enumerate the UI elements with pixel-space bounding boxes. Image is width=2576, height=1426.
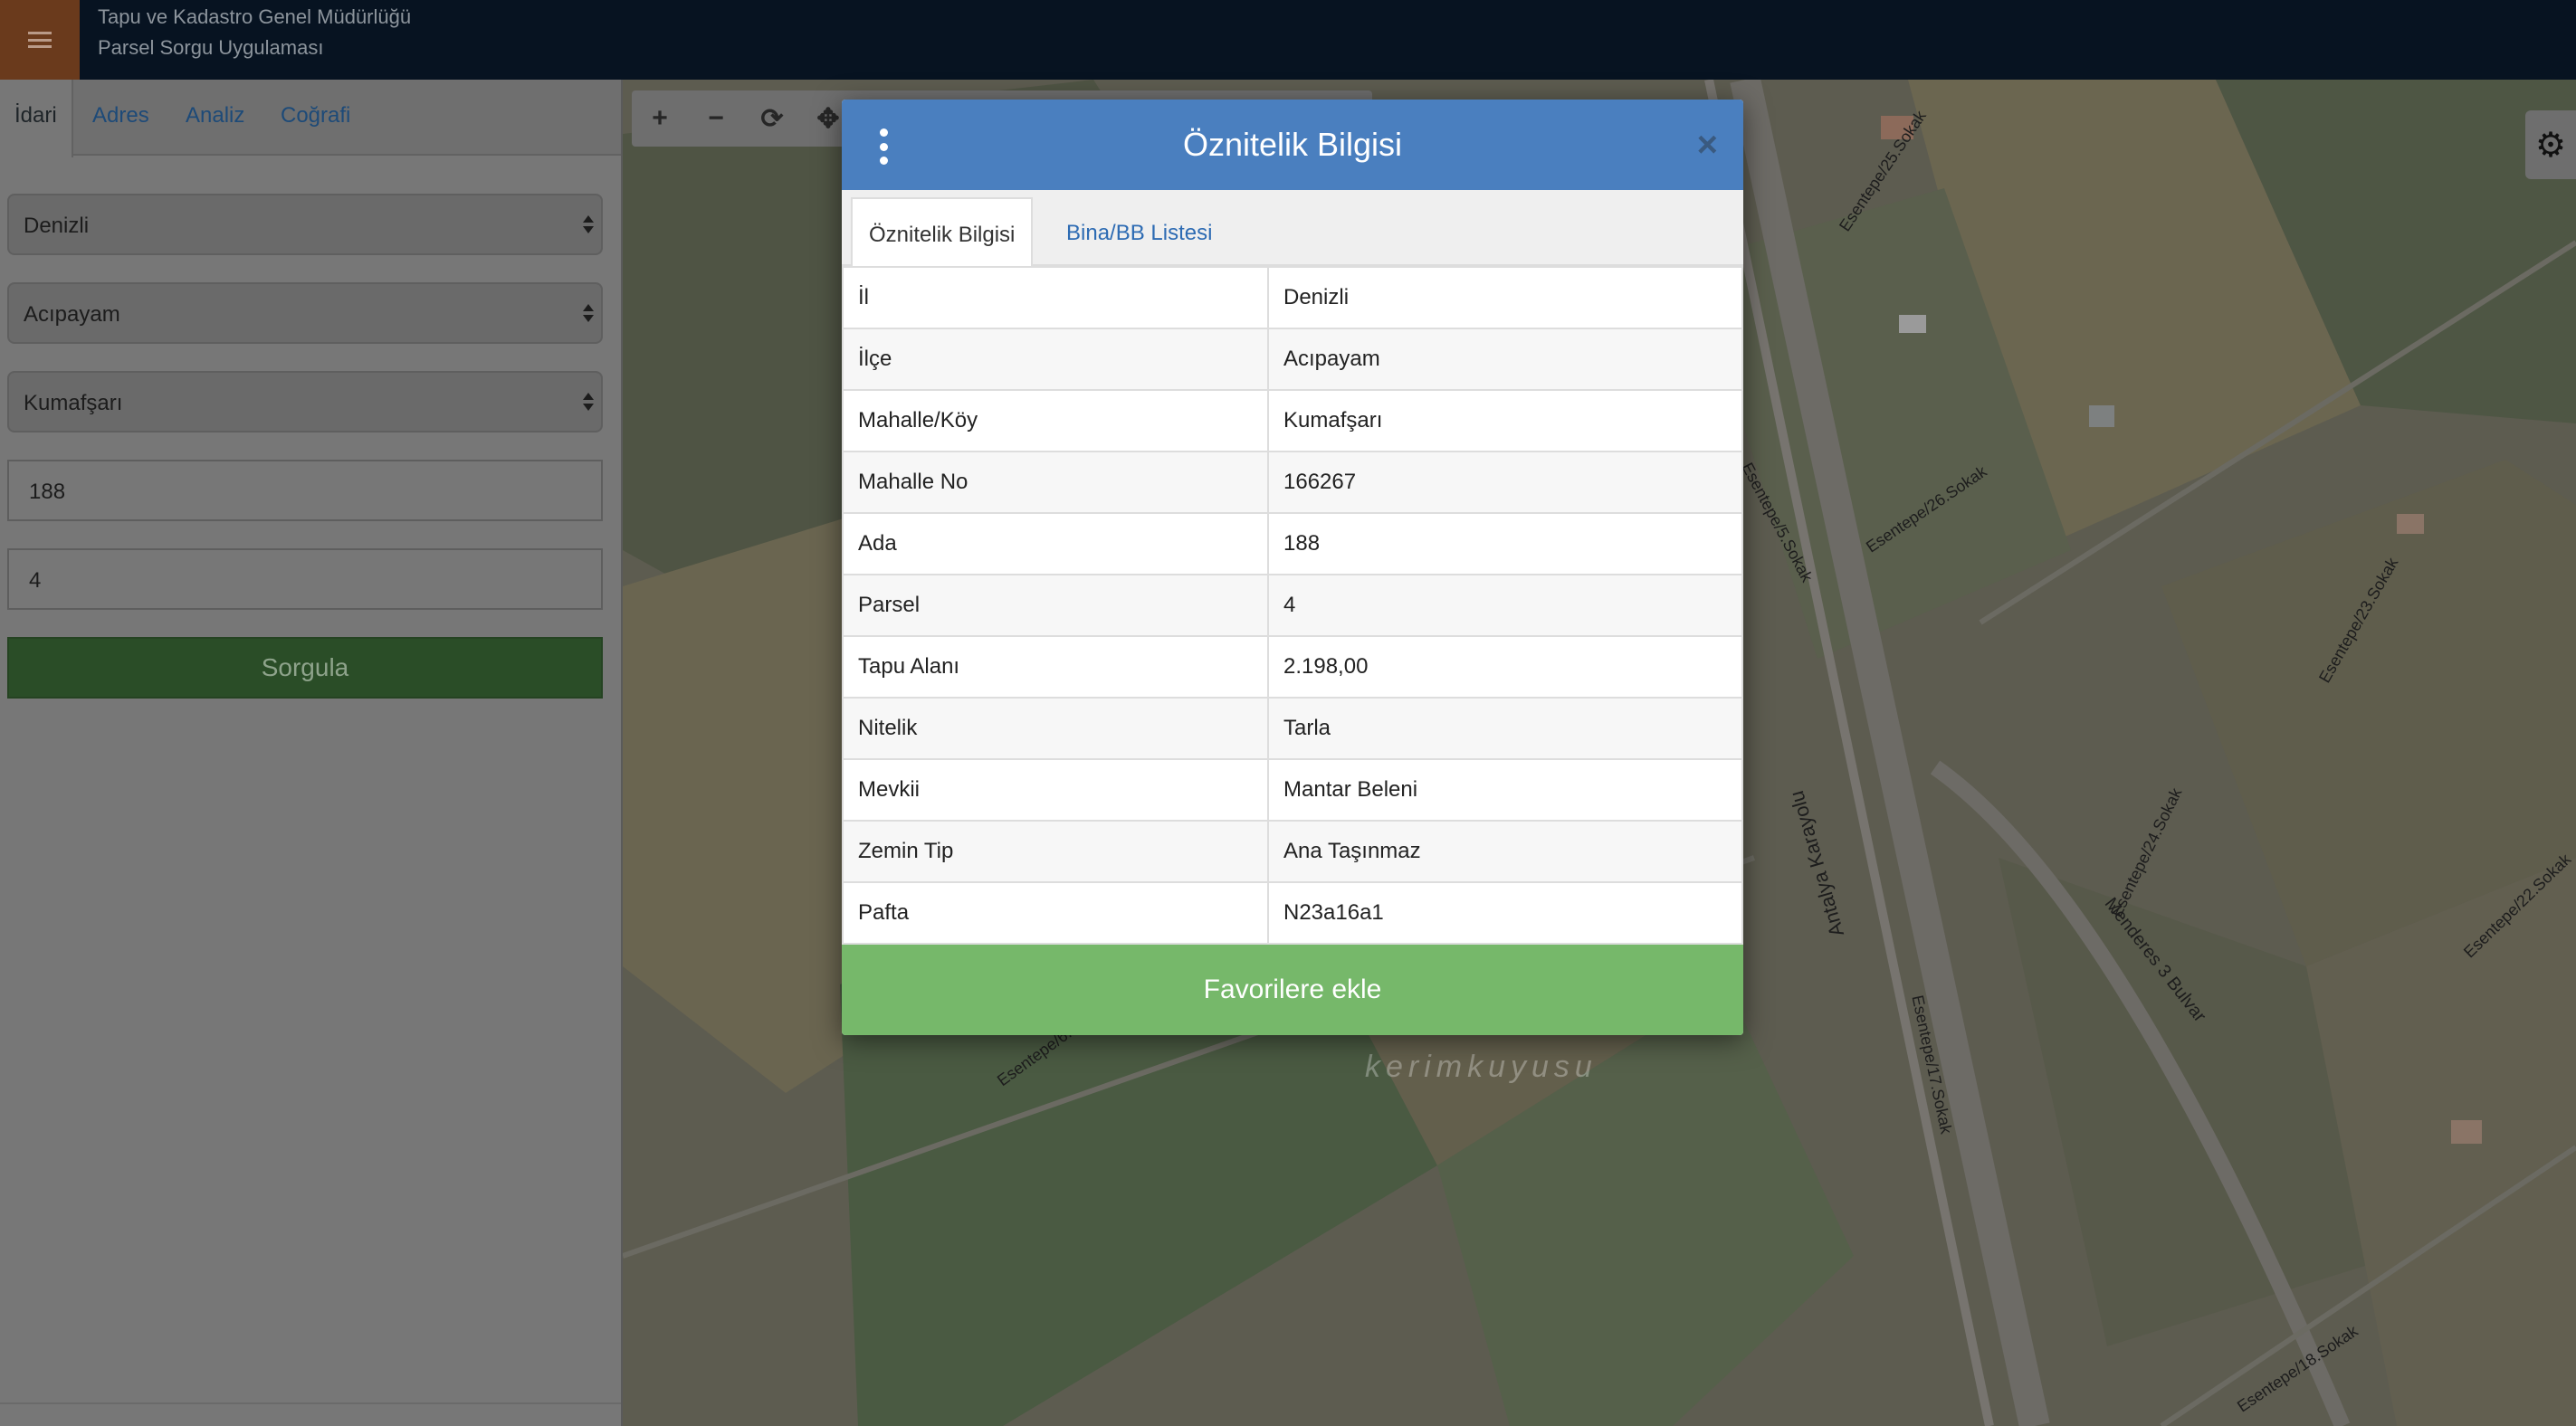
attribute-key: İl [842,266,1269,329]
attribute-key: Tapu Alanı [842,635,1269,699]
attribute-key: Mahalle/Köy [842,389,1269,452]
select-arrows-icon [583,214,594,237]
zoom-out-icon[interactable]: − [688,90,744,147]
mahalle-select[interactable]: Kumafşarı [7,371,603,433]
tab-building-list[interactable]: Bina/BB Listesi [1050,197,1228,268]
attribute-key: Ada [842,512,1269,575]
attribute-value: Mantar Beleni [1267,758,1743,822]
attribute-value: Ana Taşınmaz [1267,820,1743,883]
sidebar-tabs: İdari Adres Analiz Coğrafi [0,80,621,157]
tab-adres[interactable]: Adres [92,103,149,128]
table-row: Mevkii Mantar Beleni [842,758,1743,822]
top-header: Tapu ve Kadastro Genel Müdürlüğü Parsel … [0,0,2576,80]
app-name: Parsel Sorgu Uygulaması [98,36,324,59]
org-name: Tapu ve Kadastro Genel Müdürlüğü [98,5,412,28]
add-favorite-button[interactable]: Favorilere ekle [842,945,1743,1035]
attribute-value: N23a16a1 [1267,881,1743,945]
refresh-icon[interactable]: ⟳ [744,90,800,147]
brand: Tapu ve Kadastro Genel Müdürlüğü Parsel … [98,2,411,63]
modal-title: Öznitelik Bilgisi [1182,126,1403,163]
attribute-value: Kumafşarı [1267,389,1743,452]
table-row: İlçe Acıpayam [842,328,1743,391]
table-row: İl Denizli [842,266,1743,329]
hamburger-icon [28,32,52,48]
hamburger-menu-button[interactable] [0,0,80,80]
attribute-value: 166267 [1267,451,1743,514]
attribute-key: Nitelik [842,697,1269,760]
tab-cografi[interactable]: Coğrafi [281,103,350,128]
attribute-key: Zemin Tip [842,820,1269,883]
table-row: Mahalle/Köy Kumafşarı [842,389,1743,452]
attribute-key: Mevkii [842,758,1269,822]
query-sidebar: İdari Adres Analiz Coğrafi Denizli Acıpa… [0,80,623,1426]
ilce-select[interactable]: Acıpayam [7,282,603,344]
close-icon[interactable]: × [1697,125,1718,165]
attribute-value: Denizli [1267,266,1743,329]
modal-tabs: Öznitelik Bilgisi Bina/BB Listesi [842,190,1743,268]
attribute-key: Pafta [842,881,1269,945]
modal-header: Öznitelik Bilgisi × [842,100,1743,190]
ada-input[interactable]: 188 [7,460,603,521]
attribute-key: İlçe [842,328,1269,391]
tab-idari[interactable]: İdari [0,80,73,157]
zoom-in-icon[interactable]: + [632,90,688,147]
settings-button[interactable]: ⚙ [2525,110,2576,179]
tab-attribute-info[interactable]: Öznitelik Bilgisi [851,197,1034,268]
table-row: Ada 188 [842,512,1743,575]
tab-analiz[interactable]: Analiz [186,103,244,128]
attribute-value: 188 [1267,512,1743,575]
parsel-input[interactable]: 4 [7,548,603,610]
query-button[interactable]: Sorgula [7,637,603,699]
attribute-key: Mahalle No [842,451,1269,514]
table-row: Nitelik Tarla [842,697,1743,760]
il-select-value: Denizli [24,214,90,238]
attribute-value: 4 [1267,574,1743,637]
select-arrows-icon [583,391,594,414]
ilce-select-value: Acıpayam [24,302,120,327]
gear-icon: ⚙ [2534,126,2567,165]
attribute-table: İl Denizli İlçe Acıpayam Mahalle/Köy Kumafşar… [842,266,1743,945]
table-row: Pafta N23a16a1 [842,881,1743,945]
attribute-value: Tarla [1267,697,1743,760]
table-row: Tapu Alanı 2.198,00 [842,635,1743,699]
attribute-value: Acıpayam [1267,328,1743,391]
attribute-info-modal: Öznitelik Bilgisi × Öznitelik Bilgisi Bi… [842,100,1743,1035]
table-row: Mahalle No 166267 [842,451,1743,514]
select-arrows-icon [583,302,594,326]
attribute-value: 2.198,00 [1267,635,1743,699]
attribute-key: Parsel [842,574,1269,637]
table-row: Parsel 4 [842,574,1743,637]
mahalle-select-value: Kumafşarı [24,391,123,415]
map-watermark: kerimkuyusu [1365,1050,1598,1084]
sidebar-footer [0,1402,621,1426]
table-row: Zemin Tip Ana Taşınmaz [842,820,1743,883]
il-select[interactable]: Denizli [7,194,603,255]
